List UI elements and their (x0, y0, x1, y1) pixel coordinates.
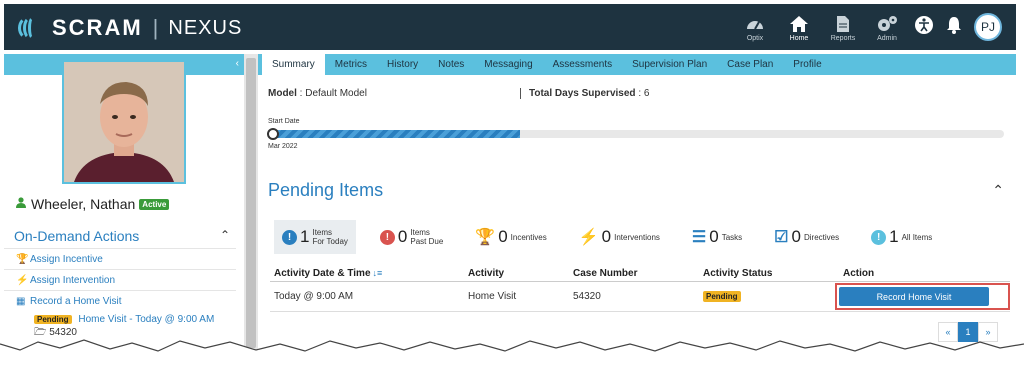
filter-items-past-due[interactable]: ! 0 Items Past Due (372, 220, 451, 254)
sidebar-scrollbar[interactable] (244, 54, 258, 354)
client-name: Wheeler, Nathan (31, 196, 136, 212)
pending-tag: Pending (34, 315, 72, 324)
tab-bar: Summary Metrics History Notes Messaging … (258, 54, 1016, 75)
table-row: Today @ 9:00 AM Home Visit 54320 Pending… (270, 282, 1010, 312)
gauge-icon (745, 13, 765, 35)
filter-items-today[interactable]: ! 1 Items For Today (274, 220, 356, 254)
filter-all-items[interactable]: ! 1 All Items (863, 220, 940, 254)
supervision-progress-bar (270, 130, 1004, 138)
chevron-left-icon[interactable]: ‹ (236, 58, 239, 69)
chevron-up-icon[interactable]: ⌃ (220, 228, 230, 242)
status-badge: Active (139, 198, 170, 210)
list-icon: ☰ (691, 229, 707, 246)
trophy-icon: 🏆 (475, 229, 496, 246)
top-nav: Optix Home Reports Admin PJ (726, 8, 1002, 46)
col-activity: Activity (468, 268, 505, 279)
tab-notes[interactable]: Notes (428, 54, 474, 75)
pending-items-title: Pending Items (268, 180, 384, 200)
client-photo (62, 60, 186, 184)
filter-directives[interactable]: ☑ 0 Directives (766, 220, 847, 254)
map-icon: ▦ (16, 295, 26, 307)
main-panel: Summary Metrics History Notes Messaging … (258, 54, 1016, 354)
status-badge: Pending (703, 291, 741, 302)
tab-assessments[interactable]: Assessments (543, 54, 622, 75)
nav-admin[interactable]: Admin (872, 13, 902, 42)
clipboard-check-icon: ☑ (774, 229, 789, 246)
tab-profile[interactable]: Profile (783, 54, 831, 75)
col-action: Action (843, 268, 875, 279)
nav-optix-label: Optix (746, 34, 764, 42)
filter-interventions[interactable]: ⚡ 0 Interventions (571, 220, 668, 254)
nav-optix[interactable]: Optix (740, 13, 770, 42)
info-circle-icon: ! (871, 229, 887, 245)
trophy-icon: 🏆 (16, 253, 29, 265)
info-circle-icon: ! (282, 229, 297, 245)
top-bar: SCRAM | NEXUS Optix Home Reports Admin P… (4, 4, 1016, 50)
tab-supervision-plan[interactable]: Supervision Plan (622, 54, 717, 75)
col-activity-status: Activity Status (703, 268, 773, 279)
notifications-bell-icon[interactable] (946, 16, 962, 39)
tab-case-plan[interactable]: Case Plan (717, 54, 783, 75)
tab-metrics[interactable]: Metrics (325, 54, 377, 75)
model-row: Model : Default Model Total Days Supervi… (268, 88, 1008, 99)
chevron-up-icon[interactable]: ⌃ (992, 182, 1004, 199)
table-header: Activity Date & Time ↓≡ Activity Case Num… (270, 266, 1010, 282)
filter-incentives[interactable]: 🏆 0 Incentives (467, 220, 554, 254)
record-home-visit-button[interactable]: Record Home Visit (839, 287, 989, 306)
home-icon (789, 13, 809, 35)
document-icon (836, 13, 850, 35)
start-date-label: Start Date (268, 118, 300, 125)
scrollbar-thumb[interactable] (246, 58, 256, 348)
col-case-number: Case Number (573, 268, 638, 279)
tab-messaging[interactable]: Messaging (474, 54, 542, 75)
play-circle-icon (267, 128, 279, 140)
pending-filters: ! 1 Items For Today ! 0 Items Past Due 🏆 0… (274, 220, 956, 254)
person-icon (16, 197, 26, 211)
assign-incentive-link[interactable]: 🏆 Assign Incentive (4, 248, 236, 269)
start-date: Mar 2022 (268, 143, 298, 150)
accessibility-icon[interactable] (914, 15, 934, 40)
highlight-box: Record Home Visit (835, 283, 1010, 310)
nav-reports[interactable]: Reports (828, 13, 858, 42)
total-days-supervised: Total Days Supervised : 6 (520, 88, 649, 99)
sort-icon[interactable]: ↓≡ (373, 268, 383, 278)
pending-items-table: Activity Date & Time ↓≡ Activity Case Num… (270, 266, 1010, 312)
user-avatar[interactable]: PJ (974, 13, 1002, 41)
on-demand-actions-list: 🏆 Assign Incentive ⚡ Assign Intervention… (4, 248, 236, 339)
progress-fill (270, 130, 520, 138)
record-home-visit-link[interactable]: ▦ Record a Home Visit (4, 290, 236, 311)
model-value: : Default Model (299, 88, 367, 99)
tab-summary[interactable]: Summary (262, 54, 325, 75)
on-demand-actions-title: On-Demand Actions (14, 228, 140, 244)
nav-reports-label: Reports (830, 34, 856, 42)
nav-admin-label: Admin (877, 34, 897, 42)
brand-product: NEXUS (168, 16, 243, 39)
client-sidebar: ‹ Wheeler, Nathan Active On-Demand Actio… (4, 54, 244, 354)
client-name-row: Wheeler, Nathan Active (16, 196, 170, 212)
bolt-icon: ⚡ (16, 274, 29, 286)
nav-home-label: Home (789, 34, 809, 42)
assign-intervention-link[interactable]: ⚡ Assign Intervention (4, 269, 236, 290)
brand-name: SCRAM (52, 15, 143, 40)
scram-nexus-logo[interactable]: SCRAM | NEXUS (18, 13, 242, 43)
nav-home[interactable]: Home (784, 13, 814, 42)
col-datetime[interactable]: Activity Date & Time ↓≡ (270, 268, 468, 279)
filter-tasks[interactable]: ☰ 0 Tasks (684, 220, 750, 254)
model-label: Model (268, 88, 297, 99)
gears-icon (876, 13, 898, 35)
bolt-icon: ⚡ (578, 229, 599, 246)
alert-circle-icon: ! (379, 229, 395, 245)
tab-history[interactable]: History (377, 54, 428, 75)
logo-mark-icon (18, 14, 44, 42)
torn-edge (0, 339, 1024, 370)
